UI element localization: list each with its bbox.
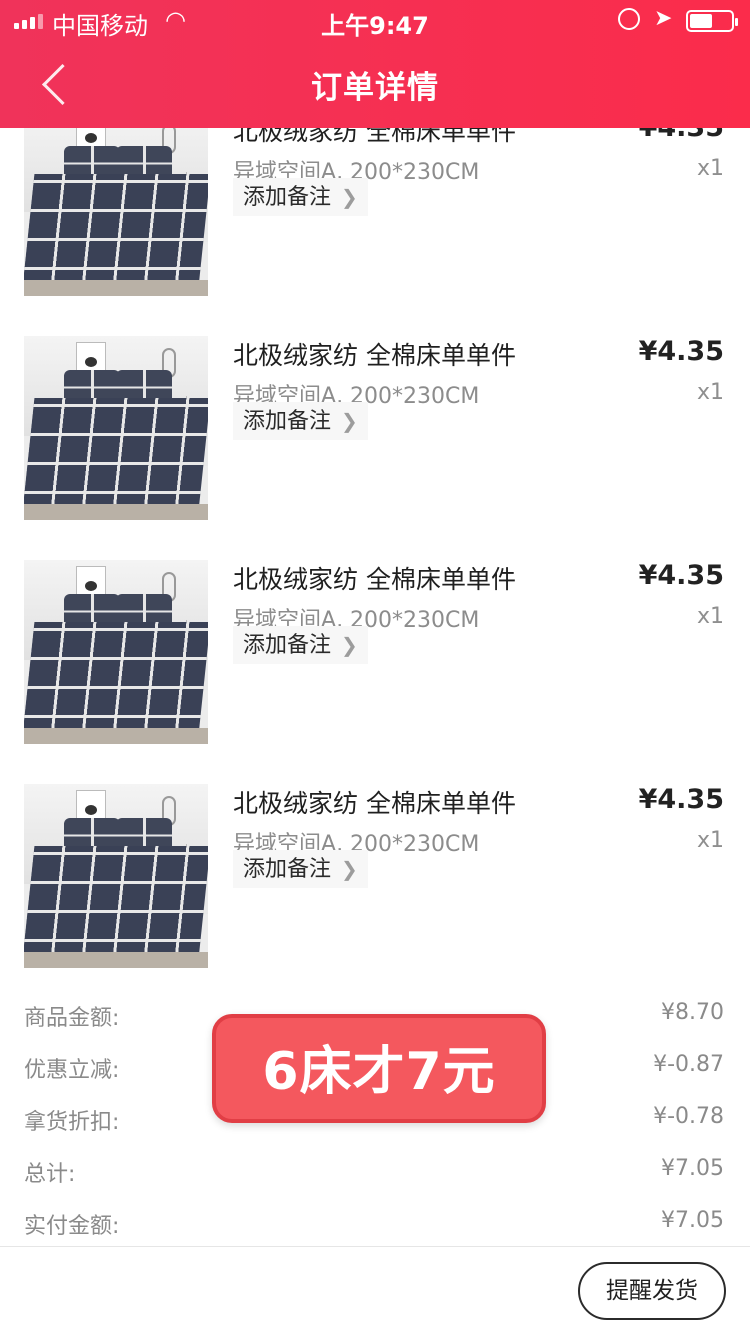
nav-bar: 订单详情 [0, 44, 750, 128]
add-remark-button[interactable]: 添加备注 ❯ [233, 850, 368, 888]
product-price: ¥4.35 [638, 336, 724, 367]
product-quantity: x1 [696, 380, 724, 405]
summary-value: ¥-0.87 [653, 1052, 724, 1077]
product-thumbnail[interactable] [24, 336, 208, 520]
product-thumbnail[interactable] [24, 112, 208, 296]
chevron-right-icon: ❯ [341, 409, 358, 433]
order-item[interactable]: 北极绒家纺 全棉床单单件 异域空间A, 200*230CM 添加备注❯ ¥4.3… [0, 784, 750, 968]
remind-shipment-button[interactable]: 提醒发货 [578, 1262, 726, 1320]
page-title: 订单详情 [311, 70, 439, 106]
battery-icon [686, 10, 738, 32]
summary-label: 总计: [24, 1162, 76, 1187]
product-quantity: x1 [696, 828, 724, 853]
chevron-right-icon: ❯ [341, 633, 358, 657]
rotation-lock-icon [618, 8, 640, 30]
order-item[interactable]: 北极绒家纺 全棉床单单件 异域空间A, 200*230CM 添加备注❯ ¥4.3… [0, 336, 750, 520]
order-item[interactable]: 北极绒家纺 全棉床单单件 异域空间A, 200*230CM 添加备注❯ ¥4.3… [0, 112, 750, 296]
product-thumbnail[interactable] [24, 784, 208, 968]
summary-row-total: 总计: ¥7.05 [0, 1152, 750, 1192]
app-header: 中国移动 ◠ 上午9:47 ➤ 订单详情 [0, 0, 750, 128]
product-name: 北极绒家纺 全棉床单单件 [233, 789, 516, 818]
product-quantity: x1 [696, 156, 724, 181]
chevron-right-icon: ❯ [341, 857, 358, 881]
summary-label: 拿货折扣: [24, 1110, 120, 1135]
product-quantity: x1 [696, 604, 724, 629]
add-remark-button[interactable]: 添加备注 ❯ [233, 626, 368, 664]
summary-label: 优惠立减: [24, 1058, 120, 1083]
add-remark-label: 添加备注 [243, 633, 332, 658]
location-arrow-icon: ➤ [654, 6, 673, 31]
add-remark-button[interactable]: 添加备注 ❯ [233, 178, 368, 216]
product-price: ¥4.35 [638, 784, 724, 815]
order-item[interactable]: 北极绒家纺 全棉床单单件 异域空间A, 200*230CM 添加备注❯ ¥4.3… [0, 560, 750, 744]
product-price: ¥4.35 [638, 560, 724, 591]
order-item-list: 北极绒家纺 全棉床单单件 异域空间A, 200*230CM 添加备注❯ ¥4.3… [0, 0, 750, 1000]
summary-row-paid-amount: 实付金额: ¥7.05 [0, 1204, 750, 1244]
chevron-right-icon: ❯ [341, 185, 358, 209]
summary-label: 商品金额: [24, 1006, 120, 1031]
add-remark-label: 添加备注 [243, 185, 332, 210]
add-remark-label: 添加备注 [243, 409, 332, 434]
footer-divider [0, 1246, 750, 1247]
status-bar: 中国移动 ◠ 上午9:47 ➤ [0, 0, 750, 40]
summary-value: ¥7.05 [661, 1156, 724, 1181]
product-name: 北极绒家纺 全棉床单单件 [233, 565, 516, 594]
add-remark-label: 添加备注 [243, 857, 332, 882]
summary-value: ¥-0.78 [653, 1104, 724, 1129]
summary-label: 实付金额: [24, 1214, 120, 1239]
add-remark-button[interactable]: 添加备注 ❯ [233, 402, 368, 440]
summary-value: ¥7.05 [661, 1208, 724, 1233]
promo-banner: 6床才7元 [212, 1014, 546, 1123]
product-name: 北极绒家纺 全棉床单单件 [233, 341, 516, 370]
product-thumbnail[interactable] [24, 560, 208, 744]
summary-value: ¥8.70 [661, 1000, 724, 1025]
